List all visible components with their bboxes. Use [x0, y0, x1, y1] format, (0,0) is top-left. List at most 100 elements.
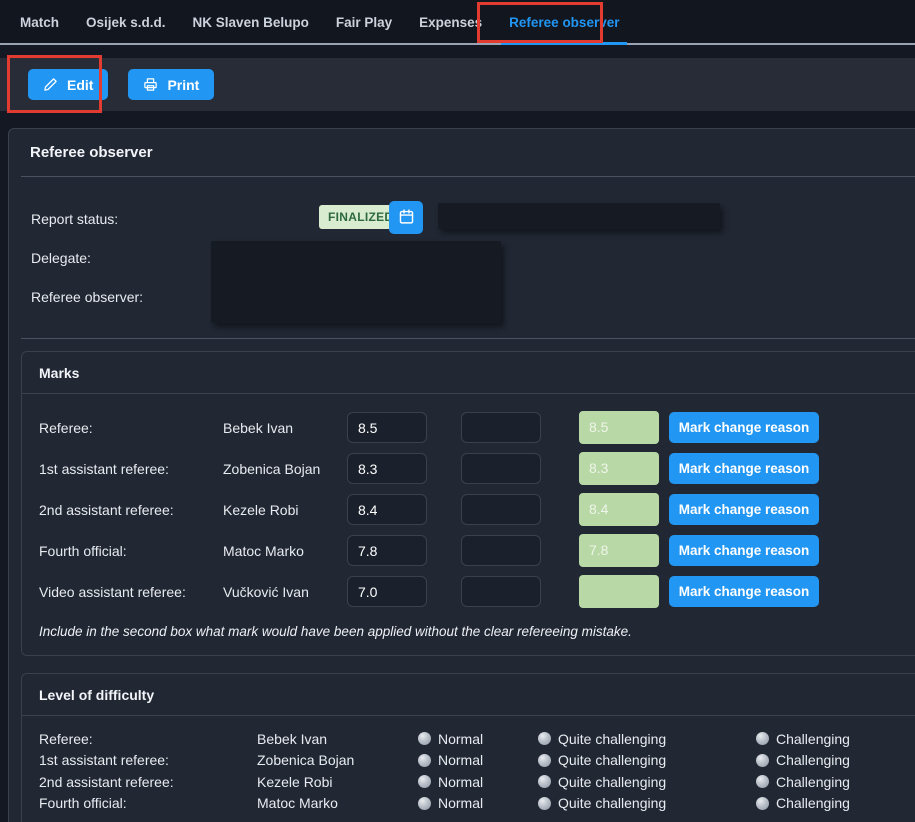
referee-observer-label: Referee observer:: [31, 289, 143, 305]
alt-mark-input[interactable]: [461, 412, 541, 443]
radio-option-quite-challenging[interactable]: Quite challenging: [538, 731, 756, 747]
panel-title: Referee observer: [30, 144, 153, 161]
radio-label: Quite challenging: [558, 795, 666, 811]
print-button[interactable]: Print: [128, 69, 214, 100]
difficulty-title: Level of difficulty: [22, 674, 915, 716]
tab-match[interactable]: Match: [20, 0, 59, 45]
mark-row-first-assistant: 1st assistant referee: Zobenica Bojan 8.…: [39, 453, 915, 484]
radio-option-quite-challenging[interactable]: Quite challenging: [538, 752, 756, 768]
redacted-status-value: [438, 203, 720, 229]
mark-role-label: 2nd assistant referee:: [39, 502, 223, 518]
annotation-highlight-referee-observer-tab: [477, 2, 603, 43]
mark-official-name: Zobenica Bojan: [223, 461, 347, 477]
radio-option-challenging[interactable]: Challenging: [756, 752, 850, 768]
difficulty-official-name: Bebek Ivan: [257, 731, 418, 747]
radio-icon[interactable]: [418, 797, 431, 810]
difficulty-role-label: 1st assistant referee:: [39, 752, 257, 768]
radio-label: Challenging: [776, 752, 850, 768]
radio-label: Challenging: [776, 795, 850, 811]
mark-change-reason-button[interactable]: Mark change reason: [669, 453, 819, 484]
radio-option-challenging[interactable]: Challenging: [756, 795, 850, 811]
difficulty-role-label: 2nd assistant referee:: [39, 774, 257, 790]
radio-icon[interactable]: [538, 754, 551, 767]
difficulty-row-fourth-official: Fourth official: Matoc Marko Normal Quit…: [39, 793, 915, 815]
difficulty-row-second-assistant: 2nd assistant referee: Kezele Robi Norma…: [39, 771, 915, 793]
marks-panel: Marks Referee: Bebek Ivan 8.5 Mark chang…: [21, 351, 915, 656]
difficulty-rows: Referee: Bebek Ivan Normal Quite challen…: [22, 716, 915, 814]
panel-title-divider: [21, 176, 915, 177]
toolbar: Edit Print: [0, 58, 915, 111]
tab-osijek[interactable]: Osijek s.d.d.: [86, 0, 166, 45]
tab-expenses[interactable]: Expenses: [419, 0, 482, 45]
difficulty-panel: Level of difficulty Referee: Bebek Ivan …: [21, 673, 915, 822]
radio-label: Challenging: [776, 731, 850, 747]
mark-change-reason-button[interactable]: Mark change reason: [669, 535, 819, 566]
mark-input[interactable]: [347, 453, 427, 484]
difficulty-role-label: Fourth official:: [39, 795, 257, 811]
radio-icon[interactable]: [538, 732, 551, 745]
tab-fair-play[interactable]: Fair Play: [336, 0, 392, 45]
radio-icon[interactable]: [756, 775, 769, 788]
tab-bar: Match Osijek s.d.d. NK Slaven Belupo Fai…: [0, 0, 915, 45]
tab-nk-slaven-belupo[interactable]: NK Slaven Belupo: [193, 0, 309, 45]
radio-label: Normal: [438, 774, 483, 790]
radio-option-quite-challenging[interactable]: Quite challenging: [538, 774, 756, 790]
radio-icon[interactable]: [756, 732, 769, 745]
radio-option-normal[interactable]: Normal: [418, 795, 538, 811]
mark-role-label: Fourth official:: [39, 543, 223, 559]
radio-icon[interactable]: [418, 775, 431, 788]
mark-row-fourth-official: Fourth official: Matoc Marko 7.8 Mark ch…: [39, 535, 915, 566]
final-mark-badge: 7.8: [579, 534, 659, 567]
mark-row-second-assistant: 2nd assistant referee: Kezele Robi 8.4 M…: [39, 494, 915, 525]
marks-title: Marks: [22, 352, 915, 394]
report-status-label: Report status:: [31, 211, 118, 227]
mark-role-label: 1st assistant referee:: [39, 461, 223, 477]
alt-mark-input[interactable]: [461, 494, 541, 525]
radio-icon[interactable]: [538, 797, 551, 810]
mark-official-name: Vučković Ivan: [223, 584, 347, 600]
redacted-names: [211, 241, 501, 323]
mark-change-reason-button[interactable]: Mark change reason: [669, 576, 819, 607]
radio-label: Normal: [438, 731, 483, 747]
difficulty-row-referee: Referee: Bebek Ivan Normal Quite challen…: [39, 728, 915, 750]
radio-option-normal[interactable]: Normal: [418, 774, 538, 790]
radio-option-challenging[interactable]: Challenging: [756, 731, 850, 747]
section-divider: [21, 338, 915, 339]
difficulty-official-name: Kezele Robi: [257, 774, 418, 790]
mark-official-name: Bebek Ivan: [223, 420, 347, 436]
radio-option-normal[interactable]: Normal: [418, 752, 538, 768]
radio-label: Normal: [438, 752, 483, 768]
mark-row-var: Video assistant referee: Vučković Ivan M…: [39, 576, 915, 607]
radio-icon[interactable]: [418, 754, 431, 767]
radio-icon[interactable]: [756, 754, 769, 767]
radio-option-challenging[interactable]: Challenging: [756, 774, 850, 790]
mark-row-referee: Referee: Bebek Ivan 8.5 Mark change reas…: [39, 412, 915, 443]
radio-option-quite-challenging[interactable]: Quite challenging: [538, 795, 756, 811]
status-date-button[interactable]: [389, 201, 423, 234]
final-mark-badge: 8.5: [579, 411, 659, 444]
final-mark-badge: 8.3: [579, 452, 659, 485]
radio-icon[interactable]: [538, 775, 551, 788]
radio-label: Quite challenging: [558, 752, 666, 768]
difficulty-official-name: Matoc Marko: [257, 795, 418, 811]
mark-input[interactable]: [347, 494, 427, 525]
mark-role-label: Video assistant referee:: [39, 584, 223, 600]
radio-icon[interactable]: [756, 797, 769, 810]
final-mark-badge: 8.4: [579, 493, 659, 526]
radio-label: Normal: [438, 795, 483, 811]
radio-option-normal[interactable]: Normal: [418, 731, 538, 747]
calendar-icon: [398, 208, 415, 228]
radio-icon[interactable]: [418, 732, 431, 745]
referee-observer-panel: Referee observer Report status: FINALIZE…: [8, 128, 915, 822]
alt-mark-input[interactable]: [461, 535, 541, 566]
mark-input[interactable]: [347, 535, 427, 566]
mark-input[interactable]: [347, 576, 427, 607]
marks-rows: Referee: Bebek Ivan 8.5 Mark change reas…: [22, 394, 915, 607]
print-button-label: Print: [167, 77, 199, 93]
mark-change-reason-button[interactable]: Mark change reason: [669, 412, 819, 443]
alt-mark-input[interactable]: [461, 576, 541, 607]
alt-mark-input[interactable]: [461, 453, 541, 484]
mark-change-reason-button[interactable]: Mark change reason: [669, 494, 819, 525]
mark-input[interactable]: [347, 412, 427, 443]
final-mark-badge: [579, 575, 659, 608]
